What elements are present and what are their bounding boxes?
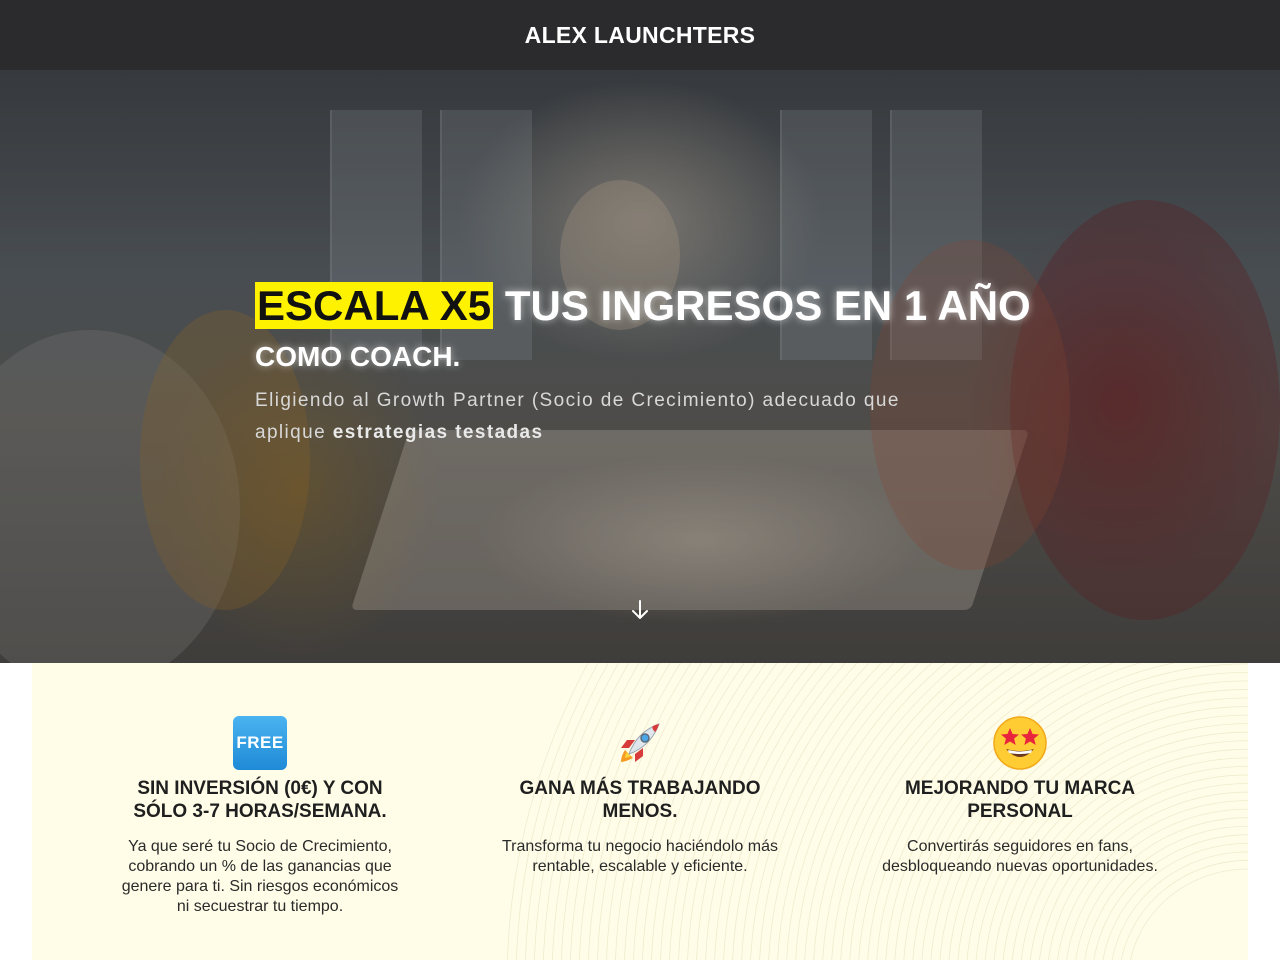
subtitle-bold: estrategias testadas [332,422,544,444]
brand-logo-link[interactable]: ALEX LAUNCHTERS [525,22,756,49]
feature-title: MEJORANDO TU MARCA PERSONAL [904,778,1136,822]
feature-description: Convertirás seguidores en fans, desbloqu… [882,838,1158,875]
hero-content: ESCALA X5 TUS INGRESOS EN 1 AÑO COMO COA… [255,282,1055,449]
headline-text: TUS INGRESOS EN 1 AÑO [493,282,1031,329]
feature-title: SIN INVERSIÓN (0€) Y CON SÓLO 3-7 HORAS/… [133,778,387,822]
arrow-down-icon[interactable] [628,600,652,624]
feature-card: GANA MÁS TRABAJANDO MENOS. Transforma tu… [495,715,785,877]
free-badge-icon: FREE [232,715,288,771]
hero-section: ESCALA X5 TUS INGRESOS EN 1 AÑO COMO COA… [0,70,1280,663]
feature-description: Transforma tu negocio haciéndolo más ren… [502,838,778,875]
headline-highlight: ESCALA X5 [255,282,494,329]
feature-description: Ya que seré tu Socio de Crecimiento, cob… [121,838,399,915]
rocket-icon [612,715,668,771]
features-section: FREE SIN INVERSIÓN (0€) Y CON SÓLO 3-7 H… [32,663,1248,960]
hero-subtitle: Eligiendo al Growth Partner (Socio de Cr… [255,385,915,449]
feature-title: GANA MÁS TRABAJANDO MENOS. [519,778,761,822]
hero-headline: ESCALA X5 TUS INGRESOS EN 1 AÑO [255,282,1055,329]
feature-card: MEJORANDO TU MARCA PERSONAL Convertirás … [875,715,1165,877]
top-navbar: ALEX LAUNCHTERS [0,0,1280,70]
feature-card: FREE SIN INVERSIÓN (0€) Y CON SÓLO 3-7 H… [115,715,405,917]
star-struck-face-icon [992,715,1048,771]
hero-headline-line2: COMO COACH. [255,341,461,373]
